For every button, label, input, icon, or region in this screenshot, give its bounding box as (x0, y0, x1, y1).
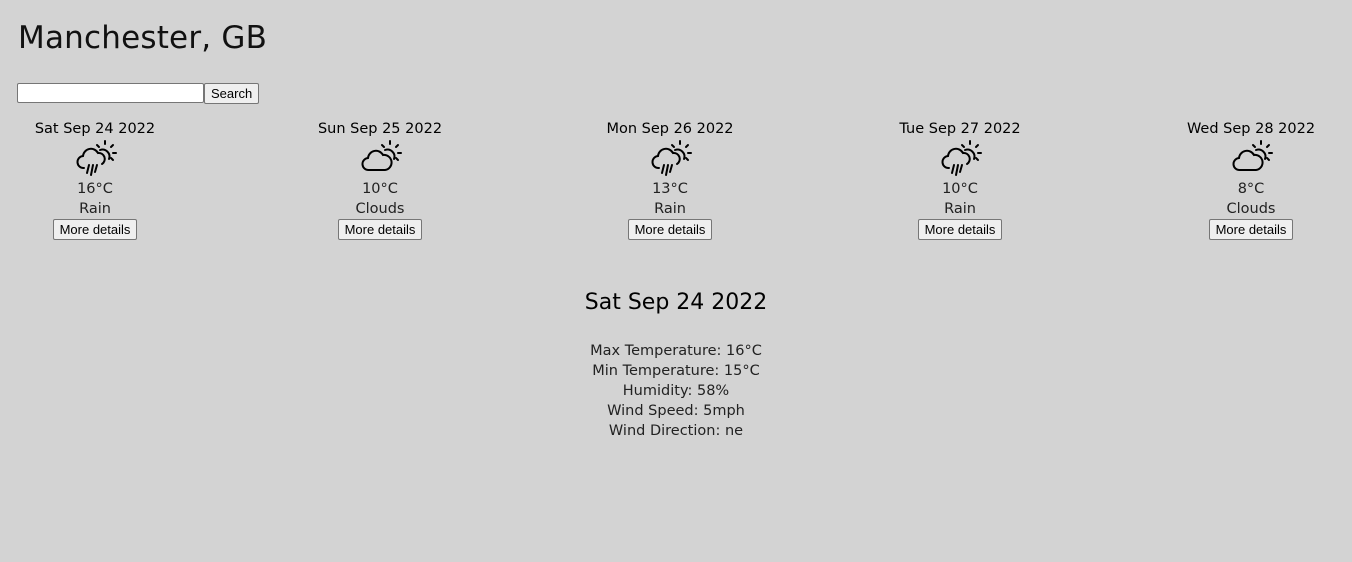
forecast-day: Tue Sep 27 2022 10°C Rain More details (875, 119, 1045, 240)
search-input[interactable] (17, 83, 204, 103)
forecast-temp: 16°C (77, 181, 113, 197)
cloud-sun-icon (1232, 140, 1273, 171)
details-date: Sat Sep 24 2022 (584, 290, 768, 315)
forecast-date: Sun Sep 25 2022 (317, 121, 443, 137)
forecast-condition: Rain (79, 201, 111, 217)
more-details-button[interactable]: More details (627, 219, 713, 240)
weather-app: Manchester, GB Search Sat Sep 24 2022 16… (0, 0, 1352, 562)
more-details-button[interactable]: More details (1208, 219, 1294, 240)
forecast-temp: 10°C (362, 181, 398, 197)
details-humidity: Humidity: 58% (622, 383, 730, 399)
details-wind-direction: Wind Direction: ne (608, 423, 744, 439)
details-max-temp: Max Temperature: 16°C (590, 343, 762, 359)
city-title: Manchester, GB (18, 20, 268, 56)
rain-sun-icon (76, 140, 117, 176)
details-min-temp: Min Temperature: 15°C (592, 363, 760, 379)
forecast-temp: 8°C (1237, 181, 1265, 197)
forecast-day: Wed Sep 28 2022 8°C Clouds More details (1166, 119, 1336, 240)
cloud-sun-icon (361, 140, 402, 171)
search-bar: Search (17, 83, 260, 104)
forecast-temp: 10°C (942, 181, 978, 197)
forecast-date: Tue Sep 27 2022 (899, 121, 1021, 137)
forecast-condition: Clouds (1226, 201, 1276, 217)
forecast-temp: 13°C (652, 181, 688, 197)
search-button[interactable]: Search (204, 83, 260, 104)
rain-sun-icon (941, 140, 982, 176)
forecast-date: Sat Sep 24 2022 (34, 121, 156, 137)
details-panel: Sat Sep 24 2022 Max Temperature: 16°C Mi… (0, 287, 1352, 441)
more-details-button[interactable]: More details (917, 219, 1003, 240)
more-details-button[interactable]: More details (337, 219, 423, 240)
rain-sun-icon (651, 140, 692, 176)
forecast-condition: Rain (654, 201, 686, 217)
forecast-day: Sun Sep 25 2022 10°C Clouds More details (295, 119, 465, 240)
details-wind-speed: Wind Speed: 5mph (607, 403, 745, 419)
forecast-condition: Clouds (355, 201, 405, 217)
forecast-day: Sat Sep 24 2022 16°C Rain More details (10, 119, 180, 240)
forecast-condition: Rain (944, 201, 976, 217)
forecast-date: Mon Sep 26 2022 (606, 121, 734, 137)
more-details-button[interactable]: More details (52, 219, 138, 240)
forecast-date: Wed Sep 28 2022 (1186, 121, 1316, 137)
forecast-day: Mon Sep 26 2022 13°C Rain More details (585, 119, 755, 240)
